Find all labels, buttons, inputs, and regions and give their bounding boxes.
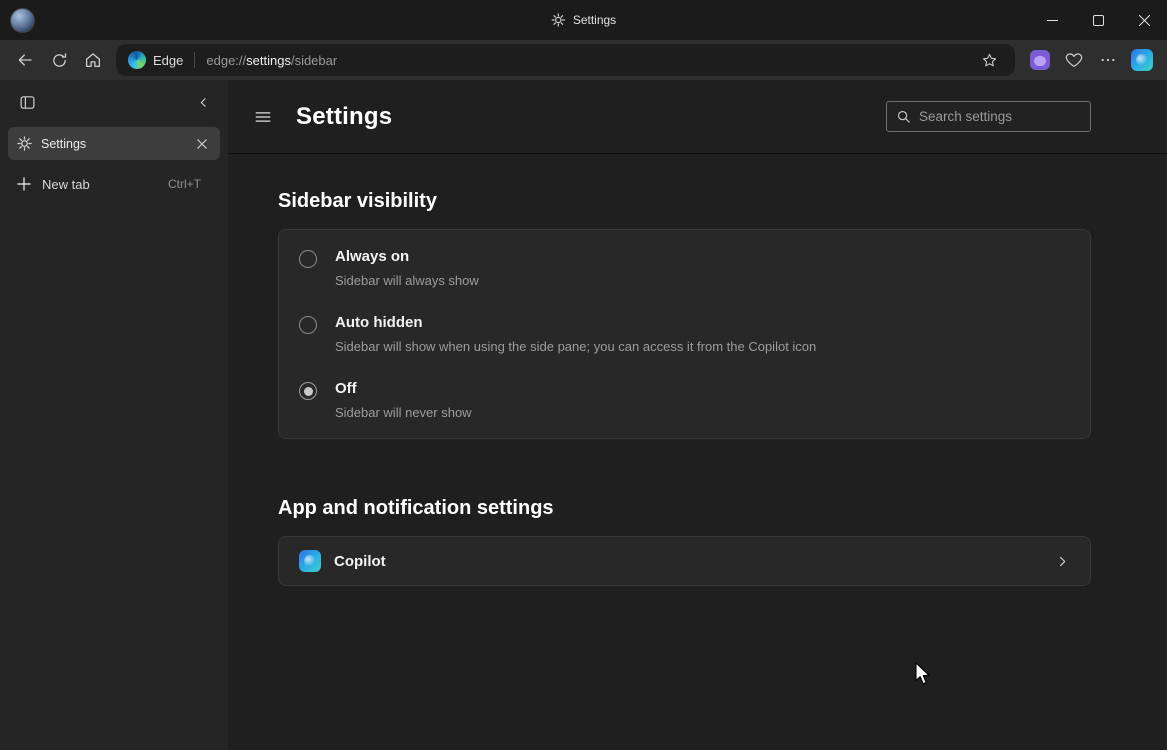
gear-icon xyxy=(551,13,565,27)
tab-close-icon[interactable] xyxy=(193,135,211,153)
copilot-button[interactable] xyxy=(1125,44,1159,76)
copilot-icon xyxy=(1131,49,1153,71)
section-heading-sidebar-visibility: Sidebar visibility xyxy=(278,190,437,212)
copilot-icon xyxy=(299,550,321,572)
option-label: Always on xyxy=(335,248,410,265)
collapse-sidebar-button[interactable] xyxy=(190,89,216,115)
section-heading-app-notifications: App and notification settings xyxy=(278,497,554,519)
url-text: edge://settings/sidebar xyxy=(206,52,338,68)
edge-logo-icon xyxy=(128,51,146,69)
settings-search[interactable] xyxy=(886,101,1091,132)
browser-toolbar: Edge edge://settings/sidebar xyxy=(0,40,1167,80)
radio-option-auto-hidden[interactable]: Auto hidden Sidebar will show when using… xyxy=(279,300,1090,366)
maximize-button[interactable] xyxy=(1075,0,1121,40)
address-bar[interactable]: Edge edge://settings/sidebar xyxy=(116,44,1015,76)
browser-essentials-button[interactable] xyxy=(1057,44,1091,76)
vertical-tabs-sidebar: Settings New tab Ctrl+T xyxy=(0,80,228,750)
radio-option-always-on[interactable]: Always on Sidebar will always show xyxy=(279,230,1090,300)
window-controls xyxy=(1029,0,1167,40)
extension-icon xyxy=(1030,50,1050,70)
sidebar-visibility-card: Always on Sidebar will always show Auto … xyxy=(278,229,1091,439)
gear-icon xyxy=(17,136,32,151)
option-label: Off xyxy=(335,380,357,397)
tab-settings[interactable]: Settings xyxy=(8,127,220,160)
close-button[interactable] xyxy=(1121,0,1167,40)
search-icon xyxy=(896,109,911,124)
radio-option-off[interactable]: Off Sidebar will never show xyxy=(279,366,1090,438)
chevron-right-icon xyxy=(1055,554,1070,569)
window-title: Settings xyxy=(551,13,616,27)
search-input[interactable] xyxy=(919,109,1081,124)
settings-header: Settings xyxy=(228,80,1167,154)
option-description: Sidebar will always show xyxy=(335,273,479,288)
new-tab-button[interactable]: New tab Ctrl+T xyxy=(0,166,228,202)
heart-pulse-icon xyxy=(1065,53,1083,67)
settings-content: Sidebar visibility Always on Sidebar wil… xyxy=(228,190,1167,586)
site-chip[interactable]: Edge xyxy=(128,51,183,69)
row-label: Copilot xyxy=(334,552,386,570)
address-separator xyxy=(194,52,196,68)
option-label: Auto hidden xyxy=(335,314,423,331)
ellipsis-icon xyxy=(1101,58,1115,62)
settings-main: Settings Sidebar visibility Always on Si… xyxy=(228,80,1167,750)
profile-avatar[interactable] xyxy=(10,7,35,33)
settings-menu-toggle[interactable] xyxy=(246,101,280,133)
home-button[interactable] xyxy=(76,44,110,76)
new-tab-label: New tab xyxy=(42,176,90,192)
plus-icon xyxy=(17,177,31,191)
window-title-text: Settings xyxy=(572,13,617,27)
settings-menu-button[interactable] xyxy=(1091,44,1125,76)
minimize-button[interactable] xyxy=(1029,0,1075,40)
radio-button[interactable] xyxy=(299,316,317,334)
site-chip-label: Edge xyxy=(153,52,184,68)
option-description: Sidebar will show when using the side pa… xyxy=(335,339,817,354)
copilot-settings-row[interactable]: Copilot xyxy=(278,536,1091,586)
radio-button[interactable] xyxy=(299,382,317,400)
titlebar: Settings xyxy=(0,0,1167,40)
favorite-star-icon[interactable] xyxy=(975,44,1003,76)
extension-button[interactable] xyxy=(1023,44,1057,76)
page-title: Settings xyxy=(296,102,393,130)
refresh-button[interactable] xyxy=(42,44,76,76)
option-description: Sidebar will never show xyxy=(335,405,472,420)
hamburger-icon xyxy=(255,111,271,122)
new-tab-shortcut: Ctrl+T xyxy=(168,177,201,191)
tab-label: Settings xyxy=(41,136,87,151)
radio-button[interactable] xyxy=(299,250,317,268)
back-button[interactable] xyxy=(8,44,42,76)
tab-actions-button[interactable] xyxy=(14,89,40,115)
